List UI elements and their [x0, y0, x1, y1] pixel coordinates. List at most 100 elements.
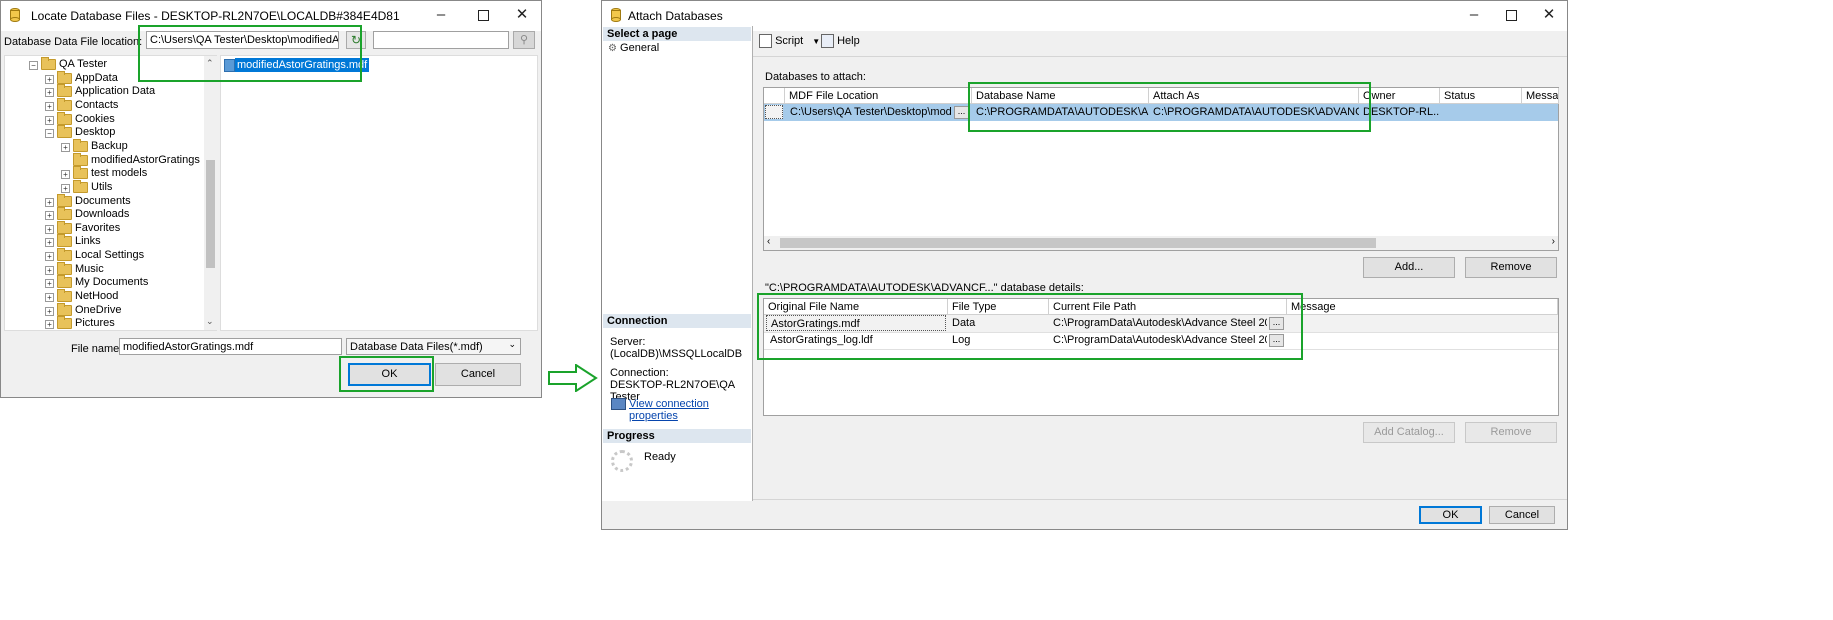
attach-message	[1522, 104, 1558, 120]
server-value: (LocalDB)\MSSQLLocalDB	[610, 348, 743, 360]
attach-title: Attach Databases	[628, 9, 723, 23]
attach-cancel-button[interactable]: Cancel	[1489, 506, 1555, 524]
folder-icon	[57, 97, 72, 111]
attach-grid-hscroll[interactable]: ‹ ›	[764, 236, 1558, 250]
detail-path: C:\ProgramData\Autodesk\Advance Steel 20…	[1053, 334, 1267, 346]
tree-item-label: Links	[75, 235, 101, 248]
search-field[interactable]	[373, 31, 509, 49]
expand-icon[interactable]: +	[45, 293, 54, 303]
minimize-icon[interactable]: –	[1464, 5, 1484, 25]
attach-col-status[interactable]: Status	[1440, 88, 1522, 104]
remove-button[interactable]: Remove	[1465, 257, 1557, 278]
minimize-icon[interactable]: –	[431, 5, 451, 25]
details-col-message[interactable]: Message	[1287, 299, 1558, 315]
remove-detail-button[interactable]: Remove	[1465, 422, 1557, 443]
attach-col-dbname[interactable]: Database Name	[972, 88, 1149, 104]
expand-icon[interactable]: +	[45, 306, 54, 316]
server-label: Server:	[610, 336, 646, 348]
locate-ok-button[interactable]: OK	[348, 363, 431, 386]
expand-icon[interactable]: +	[45, 101, 54, 111]
expand-icon[interactable]: +	[45, 279, 54, 289]
close-icon[interactable]: ✕	[1539, 5, 1559, 25]
expand-icon[interactable]: +	[61, 142, 70, 152]
browse-mdf-button[interactable]: ...	[954, 106, 969, 119]
expand-icon[interactable]: +	[45, 74, 54, 84]
add-button[interactable]: Add...	[1363, 257, 1455, 278]
expand-icon[interactable]: +	[45, 211, 54, 221]
selected-file[interactable]: modifiedAstorGratings.mdf	[235, 58, 370, 72]
expand-icon[interactable]: +	[45, 252, 54, 262]
maximize-icon[interactable]	[473, 5, 493, 25]
attach-mdf-location: C:\Users\QA Tester\Desktop\modifi...	[790, 106, 951, 118]
tree-item-label: Desktop	[75, 126, 116, 139]
tree-item-label: AppData	[75, 71, 118, 84]
view-connection-properties-link[interactable]: View connection properties	[629, 398, 752, 422]
hscroll-thumb[interactable]	[780, 238, 1376, 248]
expand-icon[interactable]: +	[45, 88, 54, 98]
expand-icon[interactable]: +	[45, 265, 54, 275]
detail-original-name[interactable]: AstorGratings_log.ldf	[766, 332, 946, 348]
attach-col-message[interactable]: Message	[1522, 88, 1559, 104]
collapse-icon[interactable]: −	[29, 61, 38, 70]
search-icon[interactable]: ⚲	[513, 31, 535, 49]
tree-item-label: Application Data	[75, 85, 156, 98]
tree-item[interactable]: + Pictures	[5, 316, 201, 331]
attach-col-attachas[interactable]: Attach As	[1149, 88, 1359, 104]
expand-icon[interactable]: +	[45, 224, 54, 234]
details-col-original[interactable]: Original File Name	[764, 299, 948, 315]
table-row[interactable]: AstorGratings.mdf Data C:\ProgramData\Au…	[764, 315, 1558, 333]
detail-original-name[interactable]: AstorGratings.mdf	[766, 315, 946, 331]
script-button[interactable]: Script ▼	[759, 34, 820, 48]
close-icon[interactable]: ✕	[512, 5, 532, 25]
expand-icon[interactable]: +	[61, 183, 70, 193]
dropdown-icon[interactable]: ▼	[812, 37, 820, 46]
attach-ok-button[interactable]: OK	[1419, 506, 1482, 524]
left-pane: Select a page ⚙ General Connection Serve…	[602, 26, 753, 501]
tree-scrollbar-thumb[interactable]	[206, 160, 215, 268]
location-field[interactable]: C:\Users\QA Tester\Desktop\modifiedAstor…	[146, 31, 339, 49]
detail-message	[1287, 315, 1557, 331]
progress-status: Ready	[644, 451, 676, 463]
attach-col-owner[interactable]: Owner	[1359, 88, 1440, 104]
add-catalog-button[interactable]: Add Catalog...	[1363, 422, 1455, 443]
detail-file-type: Data	[952, 317, 976, 329]
arrow-right-icon	[548, 363, 598, 395]
folder-icon	[57, 111, 72, 125]
folder-icon	[57, 193, 72, 207]
attach-grid[interactable]: MDF File Location Database Name Attach A…	[763, 87, 1559, 251]
expand-icon[interactable]: +	[45, 238, 54, 248]
file-name-field[interactable]: modifiedAstorGratings.mdf	[119, 338, 342, 355]
tree-item-label: modifiedAstorGratings	[91, 153, 200, 166]
attach-col-mdf[interactable]: MDF File Location	[785, 88, 972, 104]
tree-item-label: Downloads	[75, 208, 130, 221]
locate-cancel-button[interactable]: Cancel	[435, 363, 521, 386]
expand-icon[interactable]: +	[45, 197, 54, 207]
attach-attach-as[interactable]: C:\PROGRAMDATA\AUTODESK\ADVANCE ...	[1149, 104, 1359, 120]
details-grid[interactable]: Original File Name File Type Current Fil…	[763, 298, 1559, 416]
general-page-item[interactable]: ⚙ General	[608, 42, 659, 54]
browse-path-button[interactable]: ...	[1269, 317, 1284, 330]
folder-tree[interactable]: − QA Tester + AppData + Application Data + Cont…	[4, 55, 217, 331]
folder-icon	[57, 316, 72, 330]
file-type-select[interactable]: Database Data Files(*.mdf) ⌄	[346, 338, 521, 355]
folder-icon	[57, 125, 72, 139]
refresh-icon[interactable]: ↻	[346, 31, 366, 49]
expand-icon[interactable]: +	[61, 170, 70, 180]
browse-path-button[interactable]: ...	[1269, 334, 1284, 347]
tree-item-label: NetHood	[75, 290, 119, 303]
help-button[interactable]: Help	[821, 34, 860, 48]
table-row[interactable]: AstorGratings_log.ldf Log C:\ProgramData…	[764, 332, 1558, 350]
table-row[interactable]: C:\Users\QA Tester\Desktop\modifi... ...…	[764, 104, 1558, 121]
attach-database-name[interactable]: C:\PROGRAMDATA\AUTODESK\A...	[972, 104, 1149, 120]
folder-icon	[41, 57, 56, 70]
expand-icon[interactable]: +	[45, 115, 54, 125]
tree-item-label: Favorites	[75, 221, 121, 234]
expand-icon[interactable]: +	[45, 320, 54, 330]
tree-scrollbar[interactable]: ⌃ ⌄	[204, 56, 217, 330]
file-list[interactable]: modifiedAstorGratings.mdf	[220, 55, 538, 331]
maximize-icon[interactable]	[1501, 5, 1521, 25]
folder-icon	[57, 248, 72, 262]
details-col-path[interactable]: Current File Path	[1049, 299, 1287, 315]
details-col-type[interactable]: File Type	[948, 299, 1049, 315]
collapse-icon[interactable]: −	[45, 129, 54, 139]
